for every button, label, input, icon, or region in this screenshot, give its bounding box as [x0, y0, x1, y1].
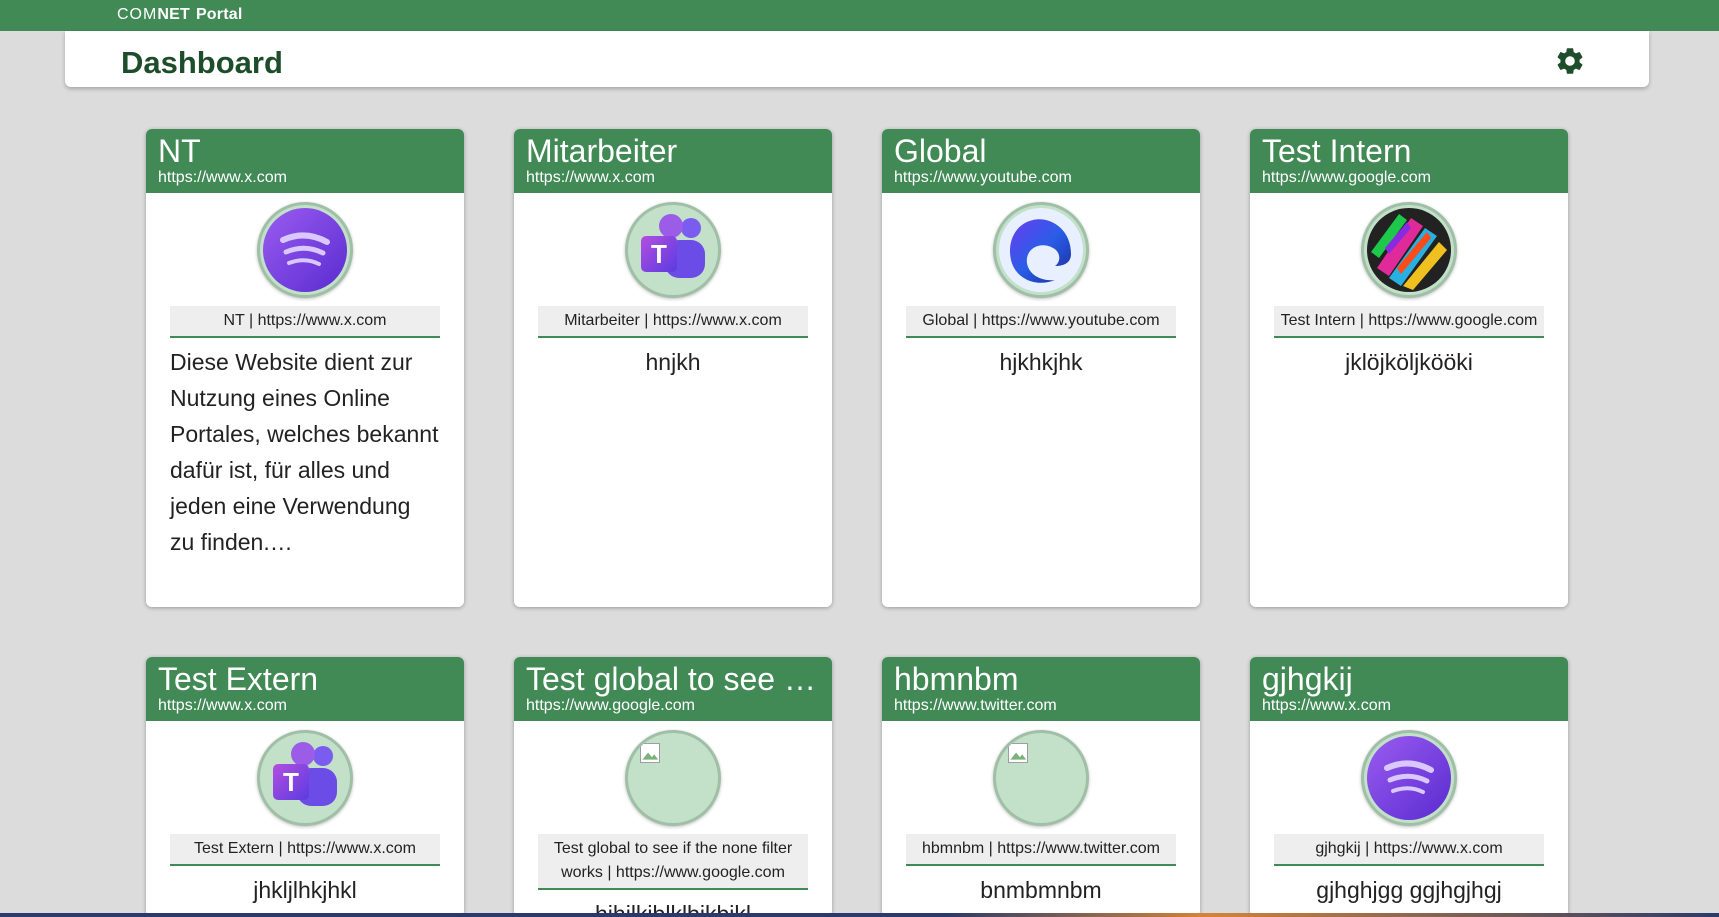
- card-info: gjhgkij | https://www.x.com: [1274, 834, 1544, 866]
- broken-image-icon: [993, 730, 1089, 826]
- brand-logo[interactable]: COMNET Portal: [117, 6, 242, 24]
- card-url[interactable]: https://www.google.com: [1262, 169, 1556, 187]
- card-url[interactable]: https://www.x.com: [158, 697, 452, 715]
- card-url[interactable]: https://www.youtube.com: [894, 169, 1188, 187]
- card-info: hbmnbm | https://www.twitter.com: [906, 834, 1176, 866]
- card-description: jhkljlhkjhkl: [253, 877, 357, 903]
- card-description: gjhghjgg ggjhgjhgj: [1316, 877, 1502, 903]
- card-url[interactable]: https://www.x.com: [1262, 697, 1556, 715]
- card-url[interactable]: https://www.google.com: [526, 697, 820, 715]
- card-description: hjkhkjhk: [999, 349, 1083, 375]
- bottom-strip: [0, 913, 1719, 917]
- card-hbmnbm[interactable]: hbmnbm https://www.twitter.com hbmnbm | …: [882, 657, 1200, 917]
- teams-icon: T: [257, 730, 353, 826]
- card-gjhgkij[interactable]: gjhgkij https://www.x.com gjhgkij | http…: [1250, 657, 1568, 917]
- card-title: Mitarbeiter: [526, 133, 678, 169]
- card-header: NT https://www.x.com: [146, 129, 464, 193]
- card-title: Test global to see …: [526, 661, 816, 697]
- card-title: Test Extern: [158, 661, 319, 697]
- spotify-icon: [1361, 730, 1457, 826]
- card-title: Global: [894, 133, 987, 169]
- card-info: NT | https://www.x.com: [170, 306, 440, 338]
- card-description: jklöjköljkööki: [1345, 349, 1473, 375]
- card-info: Global | https://www.youtube.com: [906, 306, 1176, 338]
- card-title: hbmnbm: [894, 661, 1019, 697]
- top-bar: COMNET Portal: [0, 0, 1719, 31]
- card-header: Test Intern https://www.google.com: [1250, 129, 1568, 193]
- card-mitarbeiter[interactable]: Mitarbeiter https://www.x.com T Mitarbei…: [514, 129, 832, 607]
- card-header: Test global to see … https://www.google.…: [514, 657, 832, 721]
- card-header: hbmnbm https://www.twitter.com: [882, 657, 1200, 721]
- svg-text:T: T: [283, 767, 299, 797]
- card-description: Diese Website dient zur Nutzung eines On…: [170, 349, 439, 555]
- card-header: Mitarbeiter https://www.x.com: [514, 129, 832, 193]
- edge-icon: [993, 202, 1089, 298]
- page-title: Dashboard: [121, 45, 283, 80]
- card-description: hnjkh: [645, 349, 701, 375]
- card-url[interactable]: https://www.twitter.com: [894, 697, 1188, 715]
- brand-portal: Portal: [195, 6, 243, 23]
- card-test-extern[interactable]: Test Extern https://www.x.com T Test Ext…: [146, 657, 464, 917]
- card-header: Global https://www.youtube.com: [882, 129, 1200, 193]
- card-title: Test Intern: [1262, 133, 1412, 169]
- card-header: gjhgkij https://www.x.com: [1250, 657, 1568, 721]
- card-test-intern[interactable]: Test Intern https://www.google.com Test …: [1250, 129, 1568, 607]
- card-info: Mitarbeiter | https://www.x.com: [538, 306, 808, 338]
- card-info: Test global to see if the none filter wo…: [538, 834, 808, 890]
- card-title: gjhgkij: [1262, 661, 1353, 697]
- card-global[interactable]: Global https://www.youtube.com Global | …: [882, 129, 1200, 607]
- card-info: Test Intern | https://www.google.com: [1274, 306, 1544, 338]
- card-description: bnmbmnbm: [980, 877, 1102, 903]
- card-nt[interactable]: NT https://www.x.com NT | https://www.x.…: [146, 129, 464, 607]
- spotify-icon: [257, 202, 353, 298]
- broken-image-icon: [625, 730, 721, 826]
- card-url[interactable]: https://www.x.com: [526, 169, 820, 187]
- gear-icon[interactable]: [1554, 45, 1586, 77]
- card-url[interactable]: https://www.x.com: [158, 169, 452, 187]
- card-info: Test Extern | https://www.x.com: [170, 834, 440, 866]
- card-header: Test Extern https://www.x.com: [146, 657, 464, 721]
- brand-net: NET: [157, 6, 190, 23]
- card-test-global[interactable]: Test global to see … https://www.google.…: [514, 657, 832, 917]
- svg-text:T: T: [651, 239, 667, 269]
- teams-icon: T: [625, 202, 721, 298]
- colorful-pattern-icon: [1361, 202, 1457, 298]
- card-title: NT: [158, 133, 201, 169]
- brand-com: COM: [117, 6, 158, 23]
- page-header: Dashboard: [65, 31, 1649, 87]
